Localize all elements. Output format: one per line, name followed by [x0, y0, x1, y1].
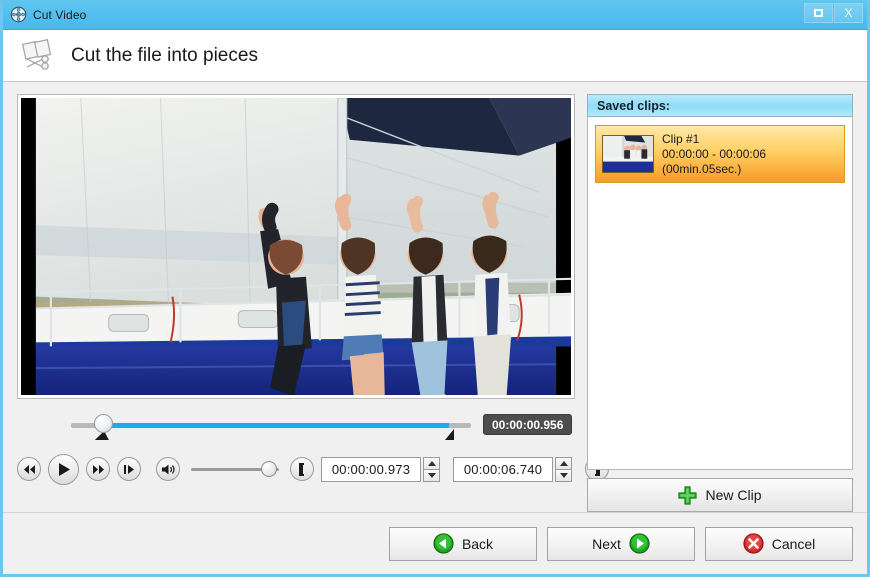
timeline-selection	[103, 423, 449, 428]
video-preview-frame	[17, 94, 575, 399]
end-time-up-button[interactable]	[555, 456, 572, 469]
clip-range: 00:00:00 - 00:00:06	[662, 146, 767, 161]
position-tooltip: 00:00:00.956	[483, 414, 573, 435]
end-time-group: 00:00:06.740	[453, 456, 572, 482]
saved-clips-list[interactable]: Clip #1 00:00:00 - 00:00:06 (00min.05sec…	[587, 117, 853, 470]
next-arrow-icon	[629, 533, 650, 554]
mark-in-button[interactable]	[290, 457, 314, 481]
forward-button[interactable]	[86, 457, 110, 481]
main-content: 00:00:00.956 00:00:00.973 00:00:06.740 S…	[3, 82, 867, 512]
mark-out-marker[interactable]	[445, 429, 454, 440]
player-column: 00:00:00.956 00:00:00.973 00:00:06.740	[17, 94, 609, 512]
back-button[interactable]: Back	[389, 526, 537, 561]
page-header: Cut the file into pieces	[3, 30, 867, 82]
plus-icon	[678, 485, 698, 505]
page-title: Cut the file into pieces	[71, 44, 258, 66]
cancel-button[interactable]: Cancel	[705, 526, 853, 561]
start-time-spinner[interactable]	[423, 456, 440, 482]
close-button[interactable]: X	[834, 3, 863, 23]
start-time-up-button[interactable]	[423, 456, 440, 469]
film-reel-icon	[10, 6, 27, 23]
volume-knob[interactable]	[261, 461, 277, 477]
saved-clips-title: Saved clips:	[597, 98, 670, 113]
new-clip-button[interactable]: New Clip	[587, 478, 853, 512]
start-time-group: 00:00:00.973	[321, 456, 440, 482]
volume-button[interactable]	[156, 457, 180, 481]
arrow-down-icon	[559, 472, 568, 478]
playback-controls: 00:00:00.973 00:00:06.740	[17, 449, 609, 489]
volume-icon	[161, 464, 175, 474]
playhead-handle[interactable]	[94, 414, 113, 433]
clip-thumbnail-image	[603, 136, 653, 172]
saved-clips-column: Saved clips: Clip #1 00:00:00 - 00:00:06…	[587, 94, 853, 512]
cancel-icon	[743, 533, 764, 554]
end-time-input[interactable]: 00:00:06.740	[453, 456, 553, 482]
title-bar: Cut Video X	[3, 0, 867, 30]
arrow-up-icon	[427, 460, 436, 466]
rewind-button[interactable]	[17, 457, 41, 481]
film-scissors-icon	[21, 38, 52, 70]
start-time-input[interactable]: 00:00:00.973	[321, 456, 421, 482]
new-clip-wrap: New Clip	[587, 478, 853, 512]
play-icon	[58, 462, 70, 476]
step-frame-icon	[123, 464, 134, 474]
clip-details: Clip #1 00:00:00 - 00:00:06 (00min.05sec…	[662, 132, 766, 177]
cancel-label: Cancel	[771, 535, 816, 552]
footer: Back Next Cancel	[3, 512, 867, 574]
maximize-icon	[814, 9, 823, 17]
next-label: Next	[592, 535, 621, 552]
timeline[interactable]: 00:00:00.956	[17, 405, 575, 447]
saved-clips-header: Saved clips:	[587, 94, 853, 117]
new-clip-label: New Clip	[705, 487, 762, 503]
maximize-button[interactable]	[804, 3, 833, 23]
window-controls: X	[804, 3, 863, 23]
arrow-up-icon	[559, 460, 568, 466]
step-frame-button[interactable]	[117, 457, 141, 481]
back-label: Back	[461, 535, 494, 552]
forward-icon	[92, 464, 104, 474]
video-preview[interactable]	[21, 98, 571, 395]
back-arrow-icon	[433, 533, 454, 554]
clip-duration: (00min.05sec.)	[662, 161, 742, 176]
clip-name: Clip #1	[662, 131, 700, 146]
end-time-spinner[interactable]	[555, 456, 572, 482]
start-time-down-button[interactable]	[423, 468, 440, 482]
next-button[interactable]: Next	[547, 526, 695, 561]
end-time-down-button[interactable]	[555, 468, 572, 482]
window-title: Cut Video	[33, 7, 87, 22]
clip-thumbnail	[602, 135, 654, 173]
volume-slider[interactable]	[191, 459, 279, 479]
video-frame-image	[21, 98, 571, 395]
play-button[interactable]	[48, 453, 79, 485]
mark-in-icon	[299, 462, 304, 476]
list-item[interactable]: Clip #1 00:00:00 - 00:00:06 (00min.05sec…	[595, 125, 845, 183]
arrow-down-icon	[427, 472, 436, 478]
rewind-icon	[23, 464, 35, 474]
cut-video-window: Cut Video X Cut the file into pieces 00:…	[0, 0, 870, 577]
